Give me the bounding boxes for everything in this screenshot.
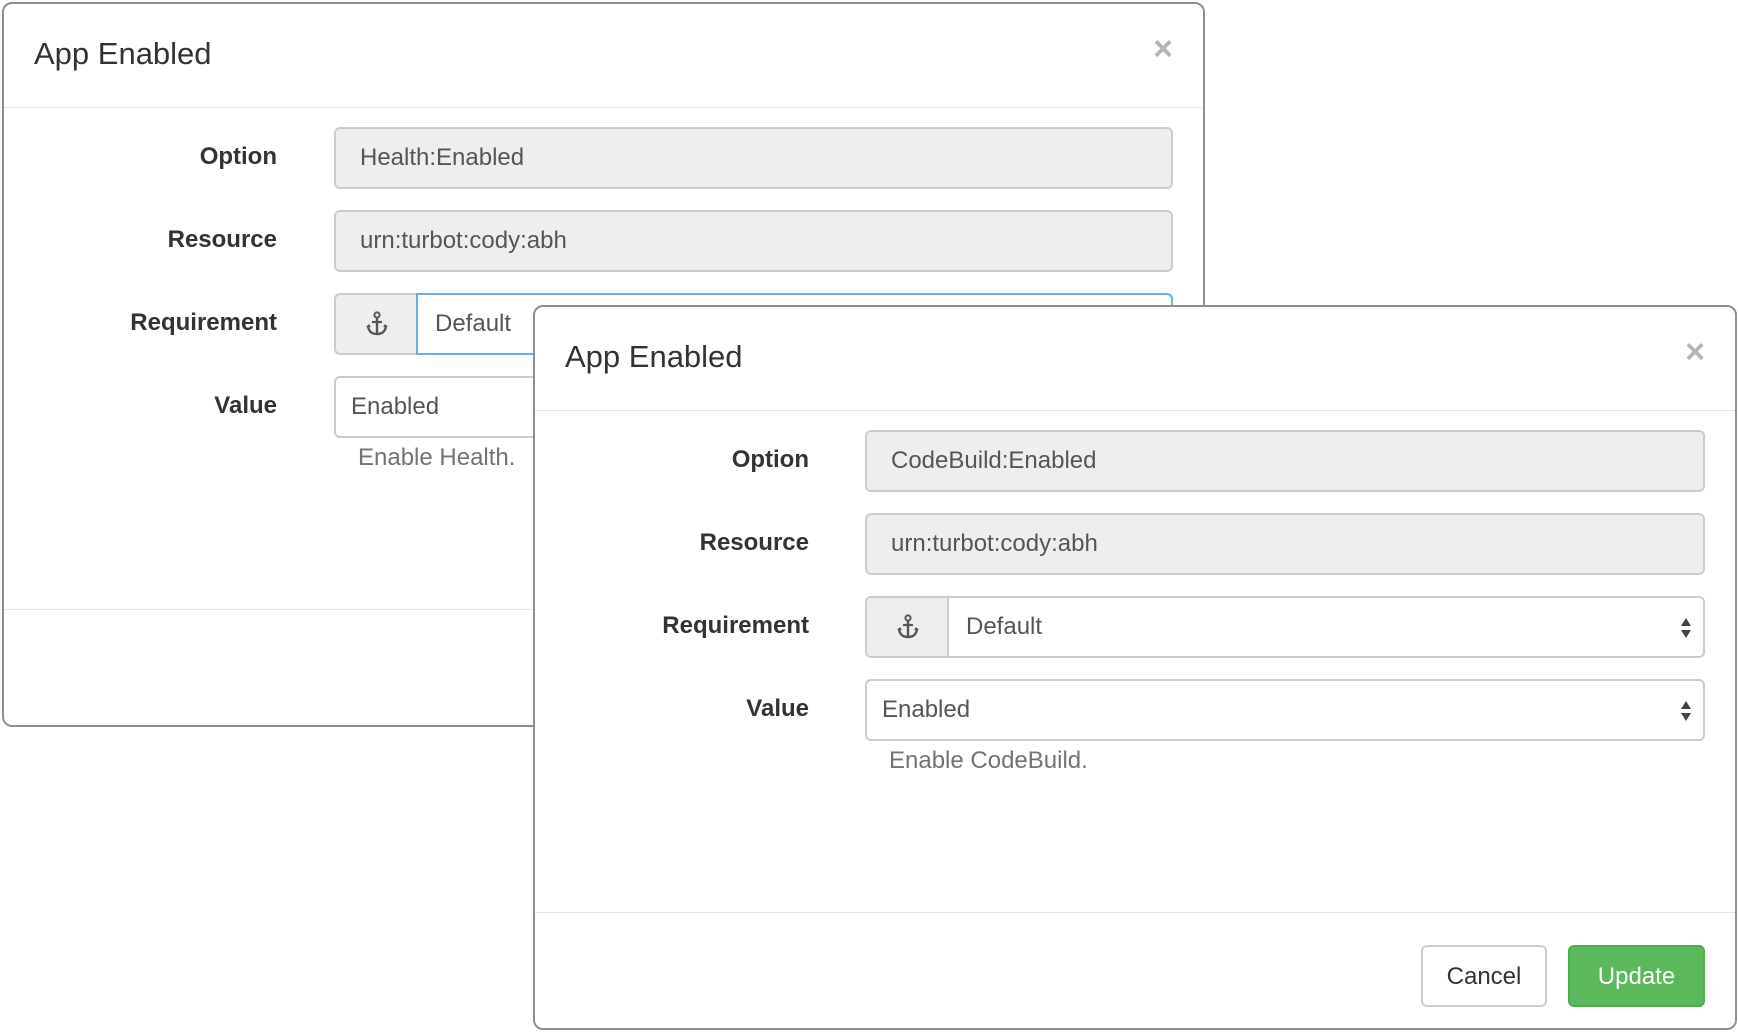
front-modal-footer: Cancel Update (535, 912, 1735, 1028)
back-requirement-selected: Default (435, 310, 512, 337)
back-value-selected: Enabled (351, 393, 440, 420)
back-resource-label: Resource (167, 226, 277, 253)
anchor-icon (897, 614, 919, 639)
cancel-button[interactable]: Cancel (1421, 945, 1547, 1007)
front-value-selected: Enabled (882, 696, 971, 723)
back-modal-title: App Enabled (34, 36, 212, 71)
back-resource-field: urn:turbot:cody:abh (334, 210, 1173, 272)
back-option-label: Option (199, 143, 277, 170)
back-requirement-addon (334, 293, 418, 355)
back-resource-value: urn:turbot:cody:abh (334, 210, 1173, 272)
front-option-field: CodeBuild:Enabled (865, 430, 1705, 492)
back-value-help: Enable Health. (358, 444, 516, 471)
back-value-label: Value (214, 392, 277, 419)
back-modal-header: App Enabled × (4, 4, 1203, 108)
front-resource-row: Resource urn:turbot:cody:abh (535, 513, 1735, 575)
front-value-control: Enabled (865, 679, 1705, 741)
front-requirement-select[interactable]: Default (947, 596, 1705, 658)
update-button[interactable]: Update (1568, 945, 1705, 1007)
front-option-row: Option CodeBuild:Enabled (535, 430, 1735, 492)
back-option-field: Health:Enabled (334, 127, 1173, 189)
back-option-value: Health:Enabled (334, 127, 1173, 189)
front-close-icon[interactable]: × (1685, 335, 1705, 369)
front-requirement-selected: Default (966, 613, 1043, 640)
front-modal-header: App Enabled × (535, 307, 1735, 411)
front-value-select[interactable]: Enabled (865, 679, 1705, 741)
front-requirement-row: Requirement Default (535, 596, 1735, 658)
back-close-icon[interactable]: × (1153, 32, 1173, 66)
front-option-label: Option (731, 446, 809, 473)
front-modal-dialog: App Enabled × Option CodeBuild:Enabled R… (533, 305, 1737, 1030)
anchor-icon (366, 311, 388, 336)
front-requirement-label: Requirement (662, 612, 809, 639)
select-caret-icon (1681, 701, 1691, 721)
select-caret-icon (1681, 618, 1691, 638)
front-option-value: CodeBuild:Enabled (865, 430, 1705, 492)
back-resource-row: Resource urn:turbot:cody:abh (4, 210, 1203, 272)
back-option-row: Option Health:Enabled (4, 127, 1203, 189)
front-requirement-addon (865, 596, 949, 658)
front-resource-field: urn:turbot:cody:abh (865, 513, 1705, 575)
front-value-label: Value (746, 695, 809, 722)
front-requirement-control: Default (865, 596, 1705, 658)
front-value-row: Value Enabled (535, 679, 1735, 741)
front-value-help: Enable CodeBuild. (889, 747, 1088, 774)
front-resource-label: Resource (699, 529, 809, 556)
back-requirement-label: Requirement (130, 309, 277, 336)
front-modal-title: App Enabled (565, 339, 743, 374)
front-resource-value: urn:turbot:cody:abh (865, 513, 1705, 575)
